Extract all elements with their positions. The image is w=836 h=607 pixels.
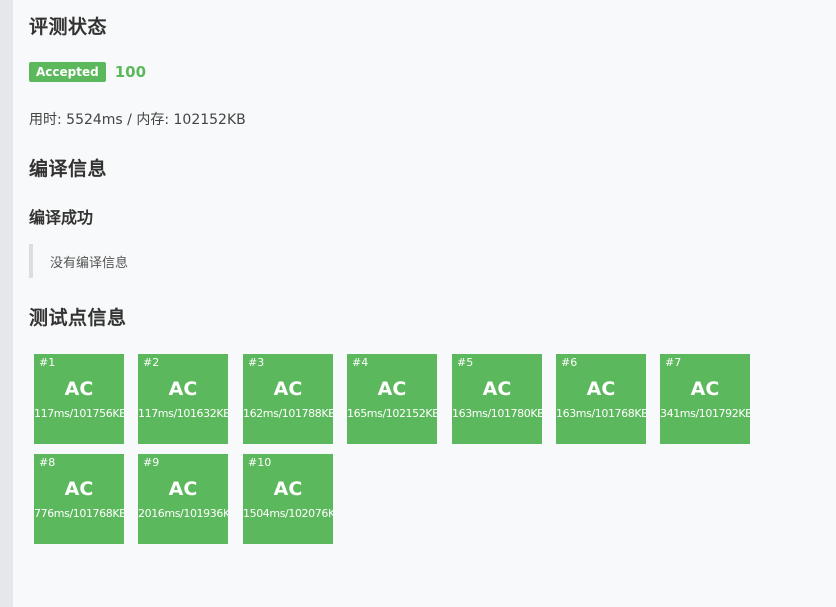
left-rule [0, 0, 13, 607]
test-case-number: #1 [39, 356, 56, 369]
test-case-tile[interactable]: #7 AC 341ms/101792KB [660, 354, 750, 444]
test-case-result: AC [168, 478, 198, 500]
test-case-info: 341ms/101792KB [660, 407, 750, 420]
usage-text: 用时: 5524ms / 内存: 102152KB [29, 112, 246, 128]
test-case-info: 1504ms/102076KB [243, 507, 333, 520]
status-row: Accepted 100 [29, 62, 146, 82]
test-case-info: 776ms/101768KB [34, 507, 124, 520]
test-case-number: #3 [248, 356, 265, 369]
test-case-result: AC [64, 378, 94, 400]
compile-message-text: 没有编译信息 [50, 255, 129, 271]
tests-title: 测试点信息 [29, 307, 127, 329]
test-case-info: 117ms/101632KB [138, 407, 228, 420]
compile-result: 编译成功 [29, 208, 94, 227]
score: 100 [114, 63, 147, 81]
test-case-tile[interactable]: #1 AC 117ms/101756KB [34, 354, 124, 444]
test-case-tile[interactable]: #10 AC 1504ms/102076KB [243, 454, 333, 544]
compile-title: 编译信息 [29, 158, 108, 180]
page: 评测状态 Accepted 100 用时: 5524ms / 内存: 10215… [0, 0, 836, 607]
test-case-number: #2 [143, 356, 160, 369]
test-case-result: AC [273, 378, 303, 400]
test-case-info: 163ms/101768KB [556, 407, 646, 420]
test-case-tile[interactable]: #8 AC 776ms/101768KB [34, 454, 124, 544]
test-case-tile[interactable]: #6 AC 163ms/101768KB [556, 354, 646, 444]
test-case-number: #5 [457, 356, 474, 369]
test-case-result: AC [586, 378, 616, 400]
test-case-result: AC [482, 378, 512, 400]
test-case-number: #10 [248, 456, 272, 469]
test-case-info: 163ms/101780KB [452, 407, 542, 420]
test-case-info: 162ms/101788KB [243, 407, 333, 420]
test-case-tile[interactable]: #2 AC 117ms/101632KB [138, 354, 228, 444]
status-title: 评测状态 [29, 16, 108, 38]
test-case-number: #6 [561, 356, 578, 369]
test-case-tile[interactable]: #3 AC 162ms/101788KB [243, 354, 333, 444]
test-case-number: #4 [352, 356, 369, 369]
test-case-tile[interactable]: #5 AC 163ms/101780KB [452, 354, 542, 444]
test-case-tile[interactable]: #9 AC 2016ms/101936KB [138, 454, 228, 544]
test-case-number: #7 [665, 356, 682, 369]
test-case-result: AC [168, 378, 198, 400]
test-case-number: #9 [143, 456, 160, 469]
test-case-info: 165ms/102152KB [347, 407, 437, 420]
test-case-tile[interactable]: #4 AC 165ms/102152KB [347, 354, 437, 444]
test-case-info: 2016ms/101936KB [138, 507, 228, 520]
status-badge: Accepted [29, 62, 106, 82]
test-case-result: AC [64, 478, 94, 500]
test-case-result: AC [690, 378, 720, 400]
test-case-result: AC [273, 478, 303, 500]
compile-message: 没有编译信息 [29, 244, 269, 278]
test-case-info: 117ms/101756KB [34, 407, 124, 420]
test-case-result: AC [377, 378, 407, 400]
test-case-number: #8 [39, 456, 56, 469]
